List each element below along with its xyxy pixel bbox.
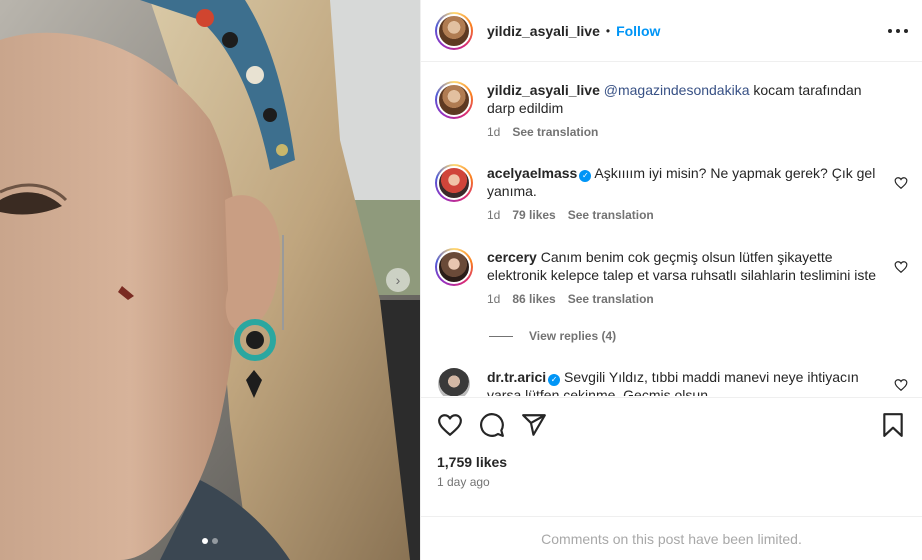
- comments-list[interactable]: yildiz_asyali_live @magazindesondakika k…: [421, 63, 922, 396]
- post-actions: 1,759 likes 1 day ago Comments on this p…: [421, 397, 922, 560]
- comment-item: cercery Canım benim cok geçmiş olsun lüt…: [435, 248, 910, 306]
- caption-username[interactable]: yildiz_asyali_live: [487, 82, 600, 98]
- caption-avatar[interactable]: [435, 81, 473, 119]
- verified-badge-icon: ✓: [579, 170, 592, 182]
- comment-text: cercery Canım benim cok geçmiş olsun lüt…: [487, 248, 882, 284]
- author-username[interactable]: yildiz_asyali_live: [487, 23, 600, 39]
- commenter-avatar[interactable]: [435, 164, 473, 202]
- comment-meta: 1d 86 likes See translation: [487, 292, 882, 306]
- author-avatar[interactable]: [435, 11, 473, 50]
- chevron-right-icon: ›: [395, 272, 401, 288]
- carousel-dot-active: [202, 538, 208, 544]
- like-comment-heart-icon[interactable]: [894, 260, 908, 274]
- commenter-avatar[interactable]: [438, 368, 470, 396]
- caption-age: 1d: [487, 125, 501, 139]
- action-icons: [437, 412, 547, 438]
- comment-username[interactable]: dr.tr.arici: [487, 369, 546, 385]
- comment-item: acelyaelmass ✓ Aşkıııım iyi misin? Ne yap…: [435, 164, 910, 222]
- comment-text: acelyaelmass ✓ Aşkıııım iyi misin? Ne yap…: [487, 164, 882, 200]
- view-replies-label[interactable]: View replies (4): [529, 329, 616, 343]
- carousel-dots: [202, 538, 218, 544]
- post-details-panel: yildiz_asyali_live • Follow yildiz_asyal…: [420, 0, 922, 560]
- caption-mention[interactable]: @magazindesondakika: [604, 82, 750, 98]
- caption-meta: 1d See translation: [487, 125, 882, 139]
- caption-text: yildiz_asyali_live @magazindesondakika k…: [487, 81, 882, 117]
- comment-username[interactable]: acelyaelmass: [487, 165, 577, 181]
- more-horizontal-icon: [888, 29, 892, 33]
- comment-icon[interactable]: [479, 412, 505, 438]
- header-separator: •: [605, 23, 611, 38]
- comment-item: dr.tr.arici ✓ Sevgili Yıldız, tıbbi maddi…: [435, 368, 910, 396]
- replies-divider: [489, 335, 513, 337]
- post-header: yildiz_asyali_live • Follow: [421, 0, 922, 62]
- commenter-avatar[interactable]: [435, 248, 473, 286]
- like-comment-heart-icon[interactable]: [894, 176, 908, 190]
- heart-icon[interactable]: [437, 412, 463, 438]
- view-replies-button[interactable]: View replies (4): [489, 329, 616, 343]
- more-options-button[interactable]: [888, 22, 908, 40]
- comment-text: dr.tr.arici ✓ Sevgili Yıldız, tıbbi maddi…: [487, 368, 882, 396]
- carousel-dot: [212, 538, 218, 544]
- comment-meta: 1d 79 likes See translation: [487, 208, 882, 222]
- comment-likes[interactable]: 79 likes: [512, 208, 555, 222]
- comment-likes[interactable]: 86 likes: [512, 292, 555, 306]
- comment-see-translation[interactable]: See translation: [568, 292, 654, 306]
- verified-badge-icon: ✓: [548, 374, 561, 386]
- instagram-post: › yildiz_asyali_live • Follow yildiz_asy: [0, 0, 922, 560]
- post-photo[interactable]: ›: [0, 0, 420, 560]
- send-icon[interactable]: [521, 412, 547, 438]
- selfie-photo: [0, 0, 420, 560]
- comment-age: 1d: [487, 208, 501, 222]
- like-comment-heart-icon[interactable]: [894, 378, 908, 392]
- caption-see-translation[interactable]: See translation: [512, 125, 598, 139]
- comment-username[interactable]: cercery: [487, 249, 537, 265]
- next-photo-button[interactable]: ›: [386, 268, 410, 292]
- follow-button[interactable]: Follow: [616, 23, 660, 39]
- post-caption: yildiz_asyali_live @magazindesondakika k…: [435, 81, 910, 139]
- comment-body: Canım benim cok geçmiş olsun lütfen şika…: [487, 249, 877, 283]
- comment-age: 1d: [487, 292, 501, 306]
- like-count[interactable]: 1,759 likes: [437, 454, 507, 470]
- comments-limited-notice: Comments on this post have been limited.: [421, 516, 922, 560]
- bookmark-icon[interactable]: [880, 412, 906, 438]
- comment-see-translation[interactable]: See translation: [568, 208, 654, 222]
- post-timestamp[interactable]: 1 day ago: [437, 475, 490, 489]
